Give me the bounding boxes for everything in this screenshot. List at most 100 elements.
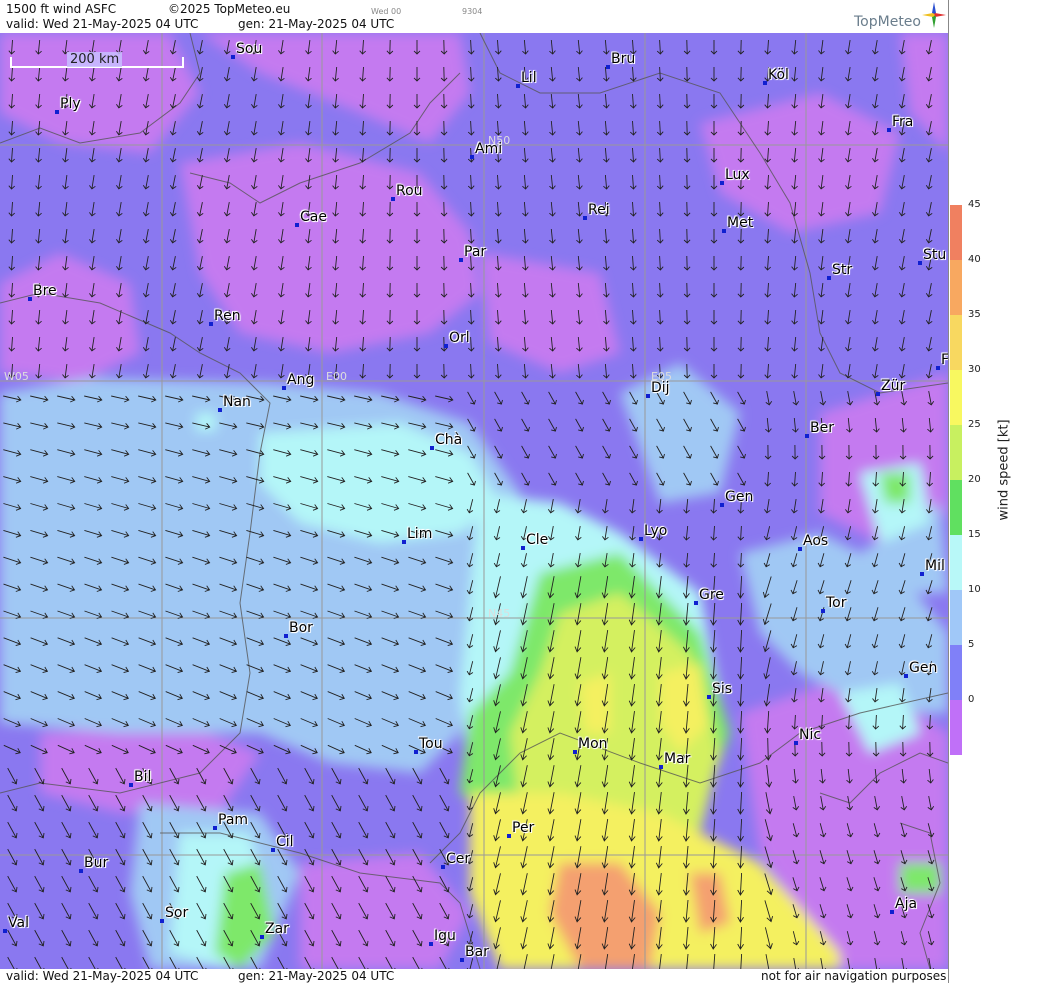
wind-arrow — [683, 66, 691, 82]
city-marker — [129, 783, 133, 787]
wind-arrow — [494, 228, 502, 244]
wind-arrow — [305, 94, 312, 109]
wind-arrow — [737, 602, 744, 626]
wind-arrow — [35, 228, 42, 244]
city-marker — [441, 865, 445, 869]
wind-arrow — [737, 66, 745, 82]
wind-arrow — [602, 499, 609, 514]
city-label: Bar — [465, 944, 489, 960]
wind-arrow — [818, 310, 825, 325]
city-label: Ang — [287, 372, 315, 388]
wind-arrow — [898, 256, 906, 271]
wind-arrow — [629, 174, 637, 190]
city-marker — [391, 197, 395, 201]
wind-arrow — [576, 174, 583, 190]
wind-arrow — [576, 255, 583, 271]
wind-arrow — [61, 875, 72, 893]
wind-arrow — [629, 309, 637, 325]
wind-arrow — [656, 282, 664, 298]
wind-arrow — [575, 499, 582, 514]
wind-arrow — [385, 821, 396, 839]
wind-arrow — [629, 526, 636, 541]
wind-arrow — [710, 202, 718, 217]
city-marker — [429, 942, 433, 946]
footer-disclaimer: not for air navigation purposes — [761, 969, 947, 983]
wind-arrow — [494, 445, 503, 459]
city-label: F — [941, 352, 948, 368]
wind-arrow — [603, 120, 610, 136]
wind-arrow — [763, 526, 771, 541]
city-marker — [282, 386, 286, 390]
wind-arrow — [872, 67, 879, 82]
wind-arrow — [7, 929, 18, 947]
wind-arrow — [575, 418, 584, 432]
wind-arrow — [278, 364, 285, 379]
wind-arrow — [142, 175, 150, 190]
legend-tick-label: 5 — [968, 639, 975, 650]
wind-arrow — [791, 66, 798, 82]
wind-arrow — [765, 417, 772, 433]
city-label: Rou — [396, 183, 423, 199]
city-marker — [521, 546, 525, 550]
wind-arrow — [7, 794, 18, 812]
wind-arrow — [115, 902, 126, 920]
wind-arrow — [925, 229, 933, 244]
wind-arrow — [764, 255, 772, 271]
wind-arrow — [763, 657, 771, 680]
wind-arrow — [898, 337, 906, 352]
city-marker — [218, 408, 222, 412]
wind-arrow — [818, 256, 825, 271]
wind-arrow — [737, 336, 745, 352]
wind-arrow — [898, 310, 906, 325]
wind-arrow — [683, 552, 690, 568]
city-marker — [821, 609, 825, 613]
wind-arrow — [35, 201, 42, 217]
city-label: Igu — [434, 928, 456, 944]
wind-arrow — [683, 282, 691, 298]
city-label: Stu — [923, 247, 947, 263]
wind-arrow — [522, 174, 529, 190]
city-label: Lil — [521, 70, 537, 86]
wind-arrow — [629, 499, 636, 514]
wind-arrow — [8, 228, 16, 244]
wind-arrow — [467, 93, 475, 109]
city-label: Mar — [664, 751, 691, 767]
wind-arrow — [439, 767, 450, 785]
wind-arrow — [629, 120, 637, 136]
wind-arrow — [791, 499, 798, 514]
wind-arrow — [764, 39, 772, 55]
wind-arrow — [304, 821, 315, 839]
wind-arrow — [115, 875, 126, 893]
wind-arrow — [603, 93, 610, 109]
grid-label-w05: W05 — [4, 370, 29, 383]
grid-label-n45: N45 — [488, 607, 511, 620]
wind-arrow — [925, 283, 933, 298]
wind-arrow — [359, 363, 367, 379]
wind-arrow — [791, 363, 798, 379]
wind-arrow — [331, 821, 342, 839]
wind-arrow — [304, 767, 315, 785]
wind-arrow — [115, 848, 126, 866]
city-marker — [646, 394, 650, 398]
wind-arrow — [925, 175, 933, 190]
wind-arrow — [223, 94, 231, 109]
wind-arrow — [115, 821, 126, 839]
wind-arrow — [792, 417, 799, 433]
wind-arrow — [737, 525, 745, 541]
wind-arrow — [251, 94, 258, 109]
wind-arrow — [737, 818, 744, 842]
wind-arrow — [656, 93, 664, 109]
wind-arrow — [116, 148, 123, 163]
wind-arrow — [737, 656, 744, 680]
city-label: Val — [8, 915, 29, 931]
wind-arrow — [34, 821, 45, 839]
wind-arrow — [196, 94, 204, 109]
wind-arrow — [385, 767, 396, 785]
wind-arrow — [7, 767, 18, 785]
run-code: 9304 — [462, 7, 483, 16]
wind-arrow — [845, 229, 852, 244]
city-label: Rei — [588, 202, 610, 218]
wind-arrow — [62, 148, 69, 163]
wind-arrow — [196, 148, 204, 163]
wind-arrow — [8, 147, 16, 163]
